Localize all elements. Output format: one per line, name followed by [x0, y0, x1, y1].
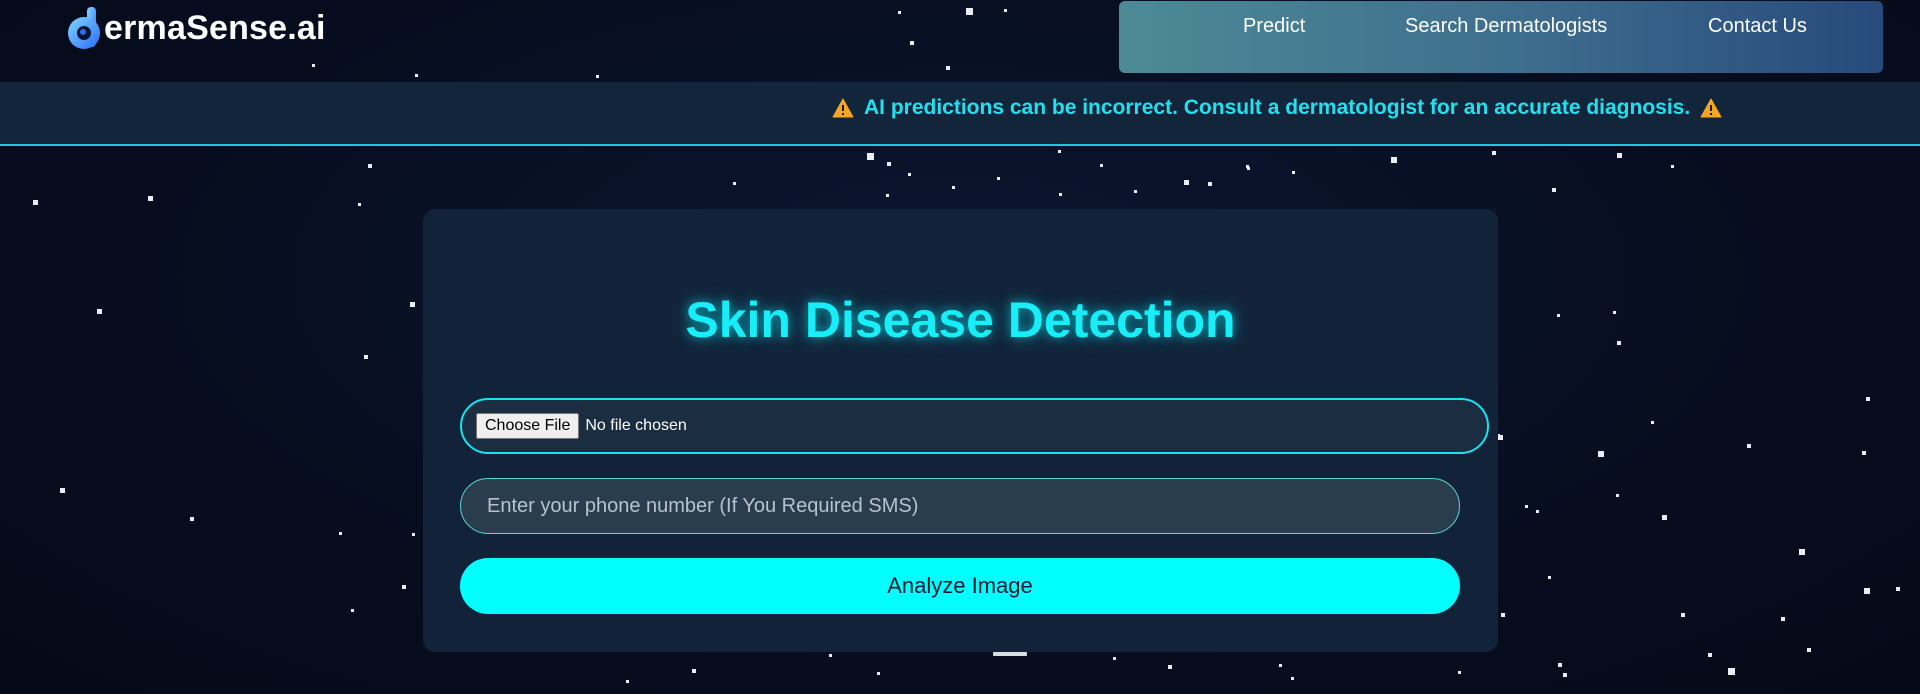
analyze-image-button[interactable]: Analyze Image: [460, 558, 1460, 614]
top-navigation: Predict Search Dermatologists Contact Us: [1119, 1, 1883, 73]
nav-contact-us[interactable]: Contact Us: [1708, 15, 1807, 38]
logo-text: ermaSense.ai: [104, 8, 326, 47]
nav-predict[interactable]: Predict: [1243, 15, 1305, 38]
warning-icon: [832, 98, 854, 118]
warning-message: AI predictions can be incorrect. Consult…: [864, 96, 1691, 119]
nav-search-dermatologists[interactable]: Search Dermatologists: [1405, 15, 1607, 38]
warning-icon: [1700, 98, 1722, 118]
page-background: ermaSense.ai Predict Search Dermatologis…: [0, 0, 1920, 694]
phone-number-input[interactable]: [460, 478, 1460, 534]
dermasense-logo-icon: [68, 7, 100, 49]
warning-banner: AI predictions can be incorrect. Consult…: [0, 82, 1920, 146]
scroll-indicator: [993, 652, 1027, 656]
file-upload-field[interactable]: Choose File No file chosen: [460, 398, 1489, 454]
file-status-text: No file chosen: [585, 417, 687, 434]
logo[interactable]: ermaSense.ai: [62, 2, 326, 54]
choose-file-button[interactable]: Choose File: [476, 413, 580, 439]
detection-form-card: Skin Disease Detection Choose File No fi…: [423, 209, 1498, 652]
page-title: Skin Disease Detection: [685, 292, 1236, 348]
